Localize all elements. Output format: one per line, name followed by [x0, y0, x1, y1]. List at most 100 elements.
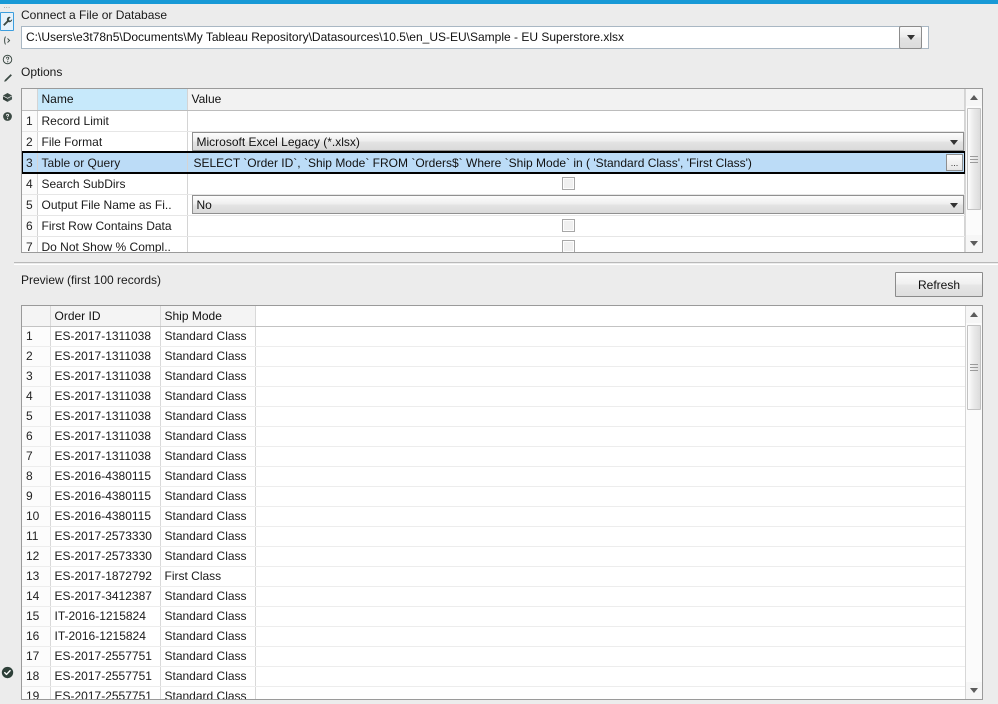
preview-cell-filler [255, 666, 965, 686]
preview-cell-order-id: ES-2017-1872792 [50, 566, 160, 586]
preview-scroll-down-button[interactable] [966, 682, 982, 699]
options-row[interactable]: 7Do Not Show % Compl.. [22, 236, 965, 252]
options-row-value[interactable]: SELECT `Order ID`, `Ship Mode` FROM `Ord… [187, 152, 965, 173]
help-circle-icon[interactable] [0, 107, 14, 126]
preview-row-number: 16 [22, 626, 50, 646]
options-value-query-editor[interactable]: SELECT `Order ID`, `Ship Mode` FROM `Ord… [192, 153, 947, 172]
options-section-title: Options [21, 65, 62, 79]
preview-cell-order-id: ES-2016-4380115 [50, 466, 160, 486]
options-row-name: Do Not Show % Compl.. [37, 236, 187, 252]
table-row[interactable]: 5ES-2017-1311038Standard Class [22, 406, 965, 426]
options-value-ellipsis-button[interactable]: ... [946, 154, 963, 171]
arrow-up-icon [970, 312, 978, 317]
table-row[interactable]: 17ES-2017-2557751Standard Class [22, 646, 965, 666]
preview-col-header-ship-mode[interactable]: Ship Mode [160, 306, 255, 326]
table-row[interactable]: 10ES-2016-4380115Standard Class [22, 506, 965, 526]
options-row[interactable]: 6First Row Contains Data [22, 215, 965, 236]
preview-cell-filler [255, 426, 965, 446]
refresh-button[interactable]: Refresh [895, 272, 983, 297]
box-icon[interactable] [0, 88, 14, 107]
preview-header-row: Order ID Ship Mode [22, 306, 965, 326]
options-row-number: 6 [22, 215, 37, 236]
table-row[interactable]: 19ES-2017-2557751Standard Class [22, 686, 965, 699]
alteryx-input-data-configuration-window: ⋯ [0, 0, 998, 704]
preview-row-number: 4 [22, 386, 50, 406]
options-row-value[interactable] [187, 215, 965, 236]
options-scroll-up-button[interactable] [966, 89, 982, 106]
options-row-value[interactable] [187, 110, 965, 131]
options-row-number: 2 [22, 131, 37, 152]
options-row[interactable]: 1Record Limit [22, 110, 965, 131]
preview-cell-order-id: IT-2016-1215824 [50, 606, 160, 626]
options-scroll-track[interactable] [966, 106, 982, 235]
options-row-name: Output File Name as Fi.. [37, 194, 187, 215]
preview-grid-scroll-area: Order ID Ship Mode 1ES-2017-1311038Stand… [22, 306, 965, 699]
table-row[interactable]: 4ES-2017-1311038Standard Class [22, 386, 965, 406]
preview-cell-ship-mode: First Class [160, 566, 255, 586]
table-row[interactable]: 7ES-2017-1311038Standard Class [22, 446, 965, 466]
table-row[interactable]: 8ES-2016-4380115Standard Class [22, 466, 965, 486]
arrow-down-icon [970, 688, 978, 693]
preview-row-number: 7 [22, 446, 50, 466]
file-path-input[interactable]: C:\Users\e3t78n5\Documents\My Tableau Re… [21, 26, 929, 49]
options-scroll-thumb[interactable] [967, 108, 981, 210]
table-row[interactable]: 11ES-2017-2573330Standard Class [22, 526, 965, 546]
pencil-icon[interactable] [0, 69, 14, 88]
options-row-value[interactable] [187, 173, 965, 194]
preview-cell-order-id: ES-2017-1311038 [50, 386, 160, 406]
options-row-name: First Row Contains Data [37, 215, 187, 236]
options-value-combobox[interactable]: Microsoft Excel Legacy (*.xlsx) [192, 132, 965, 151]
options-value-checkbox[interactable] [562, 240, 575, 252]
table-row[interactable]: 3ES-2017-1311038Standard Class [22, 366, 965, 386]
options-row-value[interactable]: No [187, 194, 965, 215]
file-path-dropdown-button[interactable] [899, 26, 922, 49]
table-row[interactable]: 12ES-2017-2573330Standard Class [22, 546, 965, 566]
preview-cell-filler [255, 526, 965, 546]
table-row[interactable]: 13ES-2017-1872792First Class [22, 566, 965, 586]
preview-scroll-thumb[interactable] [967, 325, 981, 410]
options-vertical-scrollbar[interactable] [965, 89, 982, 252]
preview-cell-filler [255, 466, 965, 486]
wrench-icon[interactable] [0, 12, 14, 31]
preview-scroll-up-button[interactable] [966, 306, 982, 323]
options-row-number: 3 [22, 152, 37, 173]
code-brackets-icon[interactable] [0, 31, 14, 50]
table-row[interactable]: 14ES-2017-3412387Standard Class [22, 586, 965, 606]
options-row-number: 7 [22, 236, 37, 252]
table-row[interactable]: 16IT-2016-1215824Standard Class [22, 626, 965, 646]
options-value-combobox[interactable]: No [192, 195, 965, 214]
preview-table: Order ID Ship Mode 1ES-2017-1311038Stand… [22, 306, 965, 699]
preview-cell-order-id: ES-2017-1311038 [50, 446, 160, 466]
table-row[interactable]: 9ES-2016-4380115Standard Class [22, 486, 965, 506]
options-row[interactable]: 2File FormatMicrosoft Excel Legacy (*.xl… [22, 131, 965, 152]
preview-cell-ship-mode: Standard Class [160, 346, 255, 366]
options-row-value[interactable] [187, 236, 965, 252]
preview-cell-ship-mode: Standard Class [160, 426, 255, 446]
options-row[interactable]: 3Table or QuerySELECT `Order ID`, `Ship … [22, 152, 965, 173]
options-value-checkbox[interactable] [562, 219, 575, 232]
options-row-value[interactable]: Microsoft Excel Legacy (*.xlsx) [187, 131, 965, 152]
preview-cell-filler [255, 506, 965, 526]
preview-col-header-order-id[interactable]: Order ID [50, 306, 160, 326]
arrow-down-icon [970, 241, 978, 246]
options-value-checkbox[interactable] [562, 177, 575, 190]
connect-section-title: Connect a File or Database [14, 4, 998, 25]
options-row-name: Record Limit [37, 110, 187, 131]
table-row[interactable]: 15IT-2016-1215824Standard Class [22, 606, 965, 626]
preview-row-number: 1 [22, 326, 50, 346]
table-row[interactable]: 2ES-2017-1311038Standard Class [22, 346, 965, 366]
table-row[interactable]: 1ES-2017-1311038Standard Class [22, 326, 965, 346]
table-row[interactable]: 18ES-2017-2557751Standard Class [22, 666, 965, 686]
table-row[interactable]: 6ES-2017-1311038Standard Class [22, 426, 965, 446]
options-row[interactable]: 4Search SubDirs [22, 173, 965, 194]
preview-row-number: 11 [22, 526, 50, 546]
preview-cell-ship-mode: Standard Class [160, 646, 255, 666]
preview-vertical-scrollbar[interactable] [965, 306, 982, 699]
options-row-number: 1 [22, 110, 37, 131]
options-row[interactable]: 5Output File Name as Fi..No [22, 194, 965, 215]
preview-cell-filler [255, 646, 965, 666]
preview-scroll-track[interactable] [966, 323, 982, 682]
question-bubble-icon[interactable] [0, 50, 14, 69]
preview-cell-order-id: ES-2017-3412387 [50, 586, 160, 606]
options-scroll-down-button[interactable] [966, 235, 982, 252]
